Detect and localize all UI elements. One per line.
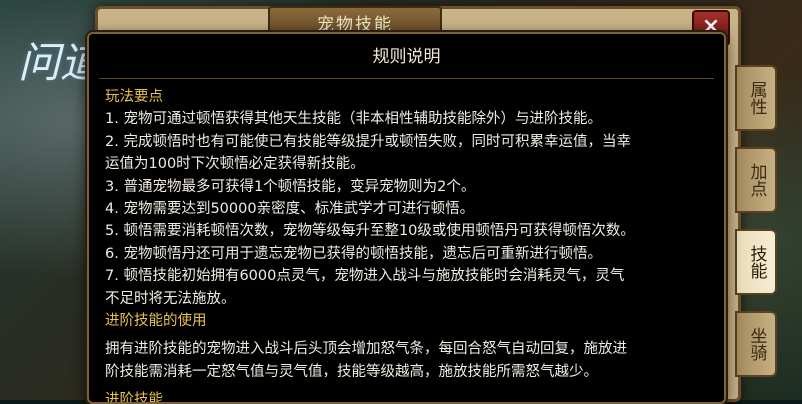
rule-line: 拥有进阶技能的宠物进入战斗后头顶会增加怒气条，每回合怒气自动回复，施放进: [105, 341, 627, 358]
tab-mount[interactable]: 坐骑: [735, 311, 777, 377]
section-heading-advanced-use: 进阶技能的使用: [105, 313, 207, 330]
rule-line: 2. 完成顿悟时也有可能使已有技能等级提升或顿悟失败，同时可积累幸运值，当幸: [105, 133, 631, 150]
rules-content: 玩法要点 1. 宠物可通过顿悟获得其他天生技能（非本相性辅助技能除外）与进阶技能…: [105, 86, 705, 404]
rules-dialog: 规则说明 玩法要点 1. 宠物可通过顿悟获得其他天生技能（非本相性辅助技能除外）…: [87, 32, 726, 404]
rule-line: 阶技能需消耗一定怒气值与灵气值，技能等级越高，施放技能所需怒气越少。: [105, 363, 598, 380]
tab-points[interactable]: 加点: [735, 147, 777, 213]
rule-line: 7. 顿悟技能初始拥有6000点灵气，宠物进入战斗与施放技能时会消耗灵气，灵气: [105, 268, 625, 285]
title-divider: [99, 78, 714, 79]
tab-skills[interactable]: 技能: [735, 229, 777, 295]
tab-attributes[interactable]: 属性: [735, 65, 777, 131]
rule-line: 不足时将无法施放。: [105, 290, 236, 307]
dialog-title: 规则说明: [372, 47, 441, 67]
rule-line: 运值为100时下次顿悟必定获得新技能。: [105, 156, 365, 173]
rule-line: 3. 普通宠物最多可获得1个顿悟技能，变异宠物则为2个。: [105, 178, 476, 195]
rule-line: 1. 宠物可通过顿悟获得其他天生技能（非本相性辅助技能除外）与进阶技能。: [105, 111, 602, 128]
rule-line: 6. 宠物顿悟丹还可用于遗忘宠物已获得的顿悟技能，遗忘后可重新进行顿悟。: [105, 245, 602, 262]
side-tab-bar: 属性 加点 技能 坐骑: [735, 65, 777, 393]
section-heading-gameplay: 玩法要点: [105, 89, 163, 105]
rule-line: 4. 宠物需要达到50000亲密度、标准武学才可进行顿悟。: [105, 201, 475, 218]
rule-line: 5. 顿悟需要消耗顿悟次数，宠物等级每升至整10级或使用顿悟丹可获得顿悟次数。: [105, 223, 635, 240]
section-heading-advanced-skills: 进阶技能: [105, 392, 163, 404]
